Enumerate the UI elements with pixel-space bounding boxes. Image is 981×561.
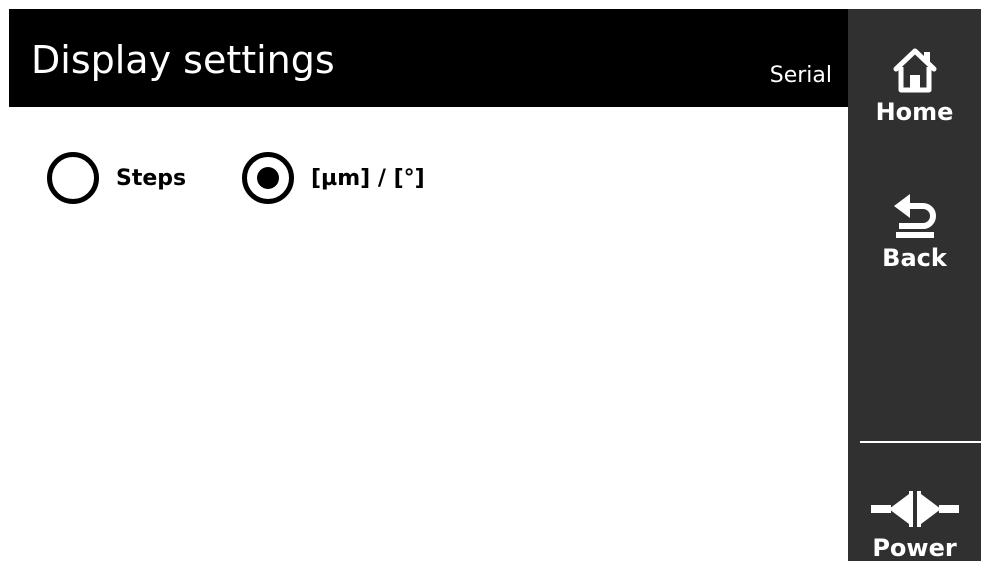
radio-option-units[interactable]: [µm] / [°] xyxy=(242,152,425,204)
sidebar: Home Back Power xyxy=(848,9,981,561)
home-icon xyxy=(890,33,940,95)
back-button[interactable]: Back xyxy=(848,179,981,273)
power-plug-icon xyxy=(867,469,963,531)
radio-button-units[interactable] xyxy=(242,152,294,204)
radio-option-steps[interactable]: Steps xyxy=(47,152,186,204)
power-label: Power xyxy=(872,534,957,561)
power-button[interactable]: Power xyxy=(848,469,981,561)
sidebar-divider xyxy=(860,441,981,443)
main-content: Steps [µm] / [°] xyxy=(9,107,848,561)
radio-label-units: [µm] / [°] xyxy=(311,165,425,191)
mode-indicator: Serial xyxy=(769,63,832,88)
home-label: Home xyxy=(875,98,954,126)
display-settings-screen: Display settings Serial Steps [µm] / [°] xyxy=(0,0,981,561)
home-button[interactable]: Home xyxy=(848,33,981,127)
radio-button-steps[interactable] xyxy=(47,152,99,204)
back-arrow-icon xyxy=(890,179,940,241)
radio-label-steps: Steps xyxy=(116,165,187,191)
header-bar: Display settings Serial xyxy=(9,9,848,107)
radio-selected-dot xyxy=(257,167,279,189)
page-title: Display settings xyxy=(31,38,335,82)
back-label: Back xyxy=(882,244,947,272)
